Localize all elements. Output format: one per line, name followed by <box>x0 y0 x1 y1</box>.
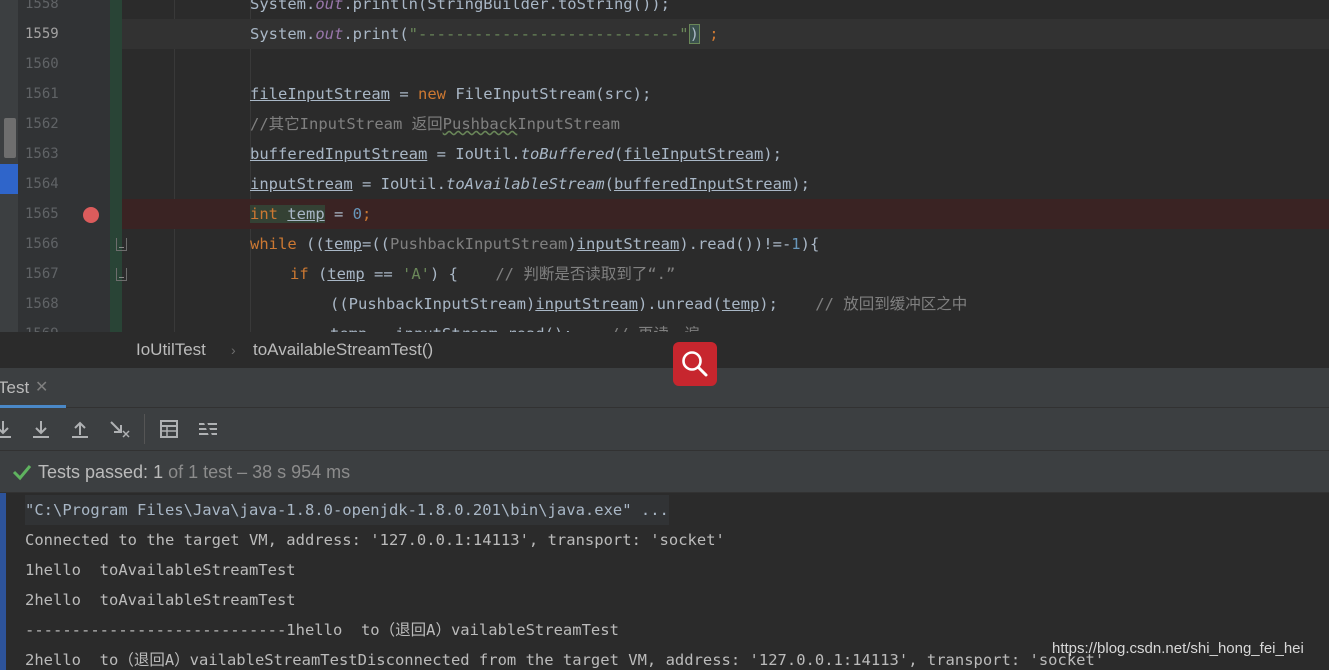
console-line[interactable]: "C:\Program Files\Java\java-1.8.0-openjd… <box>25 495 669 525</box>
run-tab-label: Test <box>0 378 30 397</box>
watermark: https://blog.csdn.net/shi_hong_fei_hei <box>1052 640 1304 657</box>
console-line: 1hello toAvailableStreamTest <box>25 561 296 579</box>
breadcrumb-separator: › <box>231 342 236 358</box>
line-number: 1566 <box>25 236 59 252</box>
code-line[interactable]: fileInputStream = new FileInputStream(sr… <box>122 79 1329 109</box>
test-status-text: Tests passed: 1 of 1 test – 38 s 954 ms <box>38 462 351 482</box>
toolbar-separator <box>144 414 145 444</box>
search-button[interactable] <box>673 342 717 386</box>
code-line[interactable]: if (temp == 'A') { // 判断是否读取到了“.” <box>122 259 1329 289</box>
line-number: 1567 <box>25 266 59 282</box>
table-icon[interactable] <box>158 419 180 439</box>
code-line-breakpoint[interactable]: int temp = 0; <box>122 199 1329 229</box>
code-line[interactable]: temp = inputStream.read(); // 再读一遍 <box>122 319 1329 332</box>
line-number: 1558 <box>25 0 59 12</box>
line-number: 1559 <box>25 26 59 42</box>
line-number: 1560 <box>25 56 59 72</box>
code-line[interactable]: System.out.println(StringBuilder.toStrin… <box>122 0 1329 19</box>
scroll-to-end-icon[interactable] <box>30 419 52 439</box>
line-number: 1565 <box>25 206 59 222</box>
scroll-knob[interactable] <box>4 118 16 158</box>
filter-icon[interactable] <box>197 419 219 439</box>
line-number: 1568 <box>25 296 59 312</box>
breadcrumb: IoUtilTest › toAvailableStreamTest() <box>0 332 1329 368</box>
scroll-up-icon[interactable] <box>69 419 91 439</box>
line-number: 1564 <box>25 176 59 192</box>
breakpoint-icon[interactable] <box>83 207 99 223</box>
vcs-change-bar <box>110 0 122 332</box>
selected-tool-indicator <box>0 164 18 194</box>
line-number: 1569 <box>25 319 73 332</box>
run-tab-bar: Test ✕ <box>0 368 1329 408</box>
code-content[interactable]: System.out.println(StringBuilder.toStrin… <box>122 0 1329 332</box>
search-icon <box>682 351 708 377</box>
code-line[interactable]: ((PushbackInputStream)inputStream).unrea… <box>122 289 1329 319</box>
breadcrumb-class[interactable]: IoUtilTest <box>136 332 206 368</box>
clear-icon[interactable] <box>108 419 130 439</box>
code-line[interactable]: //其它InputStream 返回PushbackInputStream <box>122 109 1329 139</box>
run-toolbar <box>0 408 1329 450</box>
run-tab[interactable]: Test ✕ <box>0 368 66 408</box>
code-line[interactable]: inputStream = IoUtil.toAvailableStream(b… <box>122 169 1329 199</box>
code-line[interactable]: System.out.print("----------------------… <box>122 19 1329 49</box>
test-status-bar: Tests passed: 1 of 1 test – 38 s 954 ms <box>0 450 1329 493</box>
line-number: 1561 <box>25 86 59 102</box>
console-line: Connected to the target VM, address: '12… <box>25 531 725 549</box>
line-number: 1563 <box>25 146 59 162</box>
close-icon[interactable]: ✕ <box>35 377 48 396</box>
console-side-indicator <box>0 493 6 670</box>
check-icon <box>12 465 32 481</box>
code-line[interactable]: bufferedInputStream = IoUtil.toBuffered(… <box>122 139 1329 169</box>
console-line: ----------------------------1hello to（退回… <box>25 621 619 639</box>
console-line: 2hello toAvailableStreamTest <box>25 591 296 609</box>
console-line: 2hello to（退回A）vailableStreamTestDisconne… <box>25 651 1105 669</box>
code-editor[interactable]: 1558 1559 1560 1561 1562 1563 1564 1565 … <box>0 0 1329 332</box>
left-tool-strip <box>0 0 18 368</box>
code-line[interactable]: while ((temp=((PushbackInputStream)input… <box>122 229 1329 259</box>
scroll-down-icon[interactable] <box>0 419 14 439</box>
breadcrumb-method[interactable]: toAvailableStreamTest() <box>253 332 433 368</box>
line-number: 1562 <box>25 116 59 132</box>
